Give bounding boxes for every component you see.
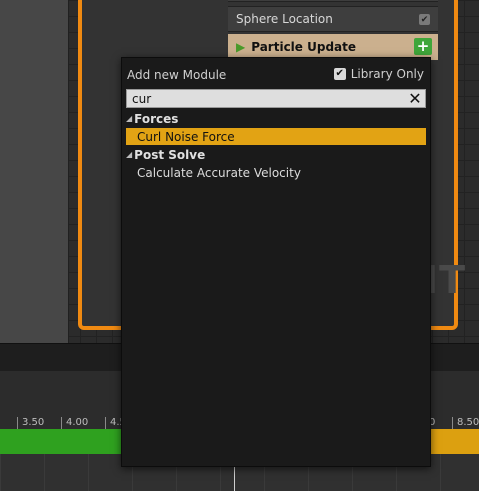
result-label: Calculate Accurate Velocity [137,165,301,180]
checkmark-icon: ✔ [335,68,344,79]
playhead[interactable] [234,466,235,491]
tick-label: 3.50 [17,417,44,429]
add-module-button[interactable]: + [414,38,432,55]
search-box[interactable]: ✕ [126,89,426,108]
close-icon[interactable]: ✕ [407,89,423,108]
stack-item-sphere-location[interactable]: Sphere Location ✔ [228,6,438,32]
search-input[interactable] [127,90,407,107]
enable-checkbox[interactable]: ✔ [419,14,430,25]
leaf-icon: ▶ [236,40,246,54]
left-panel [0,0,69,343]
category-label: Post Solve [134,147,206,162]
result-curl-noise-force[interactable]: Curl Noise Force [126,128,426,145]
section-label: Particle Update [251,40,357,54]
library-only-toggle[interactable]: ✔ Library Only [333,67,424,81]
result-calculate-accurate-velocity[interactable]: Calculate Accurate Velocity [126,164,426,181]
category-post-solve[interactable]: ◢ Post Solve [126,146,426,163]
library-only-label: Library Only [350,67,424,81]
add-module-popup: Add new Module ✔ Library Only ✕ ◢ Forces… [121,57,431,467]
popup-title: Add new Module [127,68,227,82]
stack-item-label: Sphere Location [236,12,333,26]
category-label: Forces [134,111,179,126]
tick-label: 8.50 [452,417,479,429]
stack-item-previous[interactable] [228,0,438,2]
checkmark-icon: ✔ [420,14,429,25]
triangle-down-icon: ◢ [126,150,133,159]
library-only-checkbox[interactable]: ✔ [333,68,346,80]
triangle-down-icon: ◢ [126,114,133,123]
result-label: Curl Noise Force [137,129,235,144]
category-forces[interactable]: ◢ Forces [126,110,426,127]
tick-label: 4.00 [61,417,88,429]
track-bar-orange[interactable] [430,429,479,454]
track-bar-green[interactable] [0,429,125,454]
